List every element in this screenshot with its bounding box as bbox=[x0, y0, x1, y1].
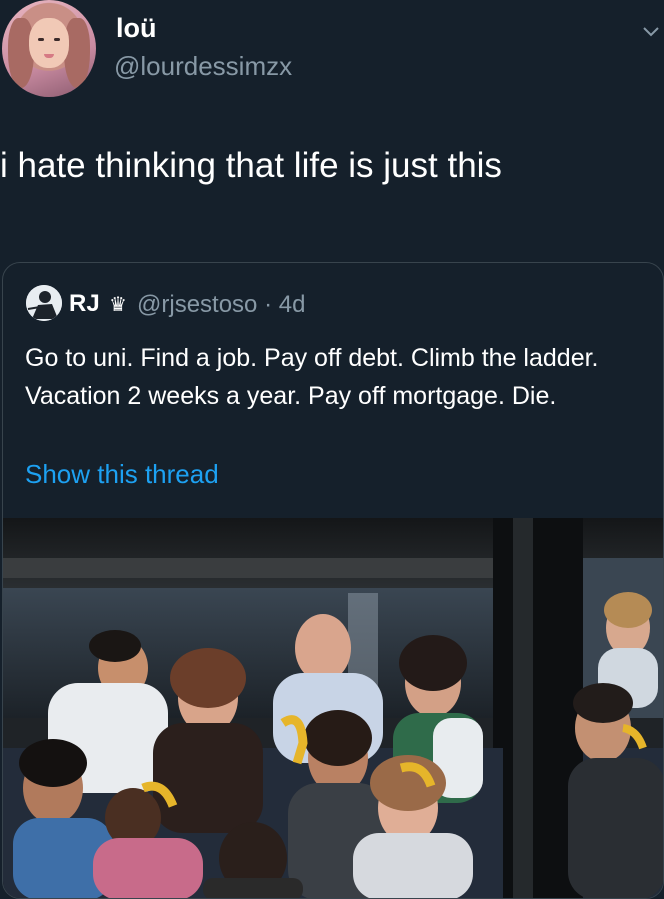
author-display-name[interactable]: loü bbox=[116, 13, 157, 44]
quoted-photo[interactable] bbox=[3, 518, 664, 899]
crown-badge-icon: ♛ bbox=[109, 294, 127, 316]
author-avatar[interactable] bbox=[2, 0, 96, 97]
quoted-author-avatar[interactable] bbox=[26, 285, 62, 321]
tweet-text: i hate thinking that life is just this bbox=[0, 146, 502, 185]
quoted-handle-time[interactable]: @rjsestoso · 4d bbox=[137, 291, 305, 319]
show-thread-link[interactable]: Show this thread bbox=[25, 459, 219, 490]
author-handle[interactable]: @lourdessimzx bbox=[114, 51, 292, 82]
quoted-display-name[interactable]: RJ bbox=[69, 290, 100, 318]
chevron-down-icon[interactable] bbox=[642, 22, 660, 40]
quoted-tweet-card[interactable]: RJ ♛ @rjsestoso · 4d Go to uni. Find a j… bbox=[2, 262, 664, 899]
quoted-tweet-text: Go to uni. Find a job. Pay off debt. Cli… bbox=[25, 344, 599, 410]
tweet-screenshot: loü @lourdessimzx i hate thinking that l… bbox=[0, 0, 664, 899]
